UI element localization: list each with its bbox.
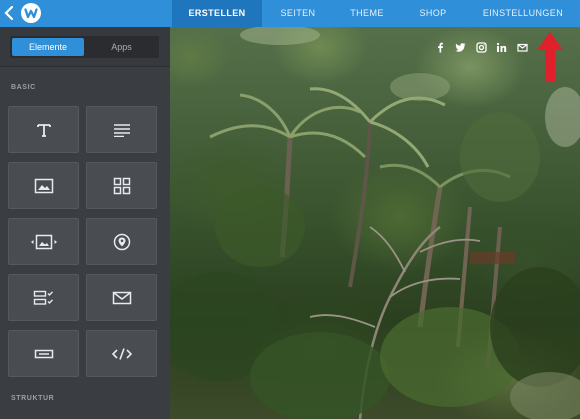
element-button[interactable]: [8, 330, 79, 377]
instagram-icon[interactable]: [476, 40, 487, 53]
elemente-tab[interactable]: Elemente: [12, 38, 84, 56]
jungle-photo: [170, 27, 580, 419]
element-text[interactable]: [86, 106, 157, 153]
element-gallery[interactable]: [86, 162, 157, 209]
tab-shop[interactable]: SHOP: [408, 0, 458, 27]
element-map[interactable]: [86, 218, 157, 265]
page-canvas-hero-image[interactable]: [170, 27, 580, 419]
tab-seiten[interactable]: SEITEN: [268, 0, 328, 27]
linkedin-icon[interactable]: [496, 40, 507, 52]
tab-einstellungen[interactable]: EINSTELLUNGEN: [470, 0, 576, 27]
element-image[interactable]: [8, 162, 79, 209]
element-embed-code[interactable]: [86, 330, 157, 377]
tab-erstellen[interactable]: ERSTELLEN: [172, 0, 262, 27]
element-contact[interactable]: [86, 274, 157, 321]
facebook-icon[interactable]: [435, 40, 446, 53]
element-form[interactable]: [8, 274, 79, 321]
elements-apps-switch: Elemente Apps: [10, 36, 159, 58]
element-slideshow[interactable]: [8, 218, 79, 265]
weebly-logo-icon[interactable]: [21, 3, 41, 23]
elements-sidebar: Elemente Apps BASIC STRUKTUR: [0, 27, 170, 419]
mail-icon[interactable]: [517, 40, 528, 52]
section-label-struktur: STRUKTUR: [11, 395, 55, 402]
section-label-basic: BASIC: [11, 84, 36, 91]
element-title[interactable]: [8, 106, 79, 153]
red-arrow-icon: [536, 32, 564, 82]
back-chevron-icon[interactable]: [2, 3, 18, 23]
top-bar: ERSTELLEN SEITEN THEME SHOP EINSTELLUNGE…: [0, 0, 580, 27]
sidebar-header: Elemente Apps: [0, 27, 170, 67]
apps-tab[interactable]: Apps: [86, 38, 157, 56]
tab-theme[interactable]: THEME: [338, 0, 396, 27]
twitter-icon[interactable]: [455, 40, 466, 52]
